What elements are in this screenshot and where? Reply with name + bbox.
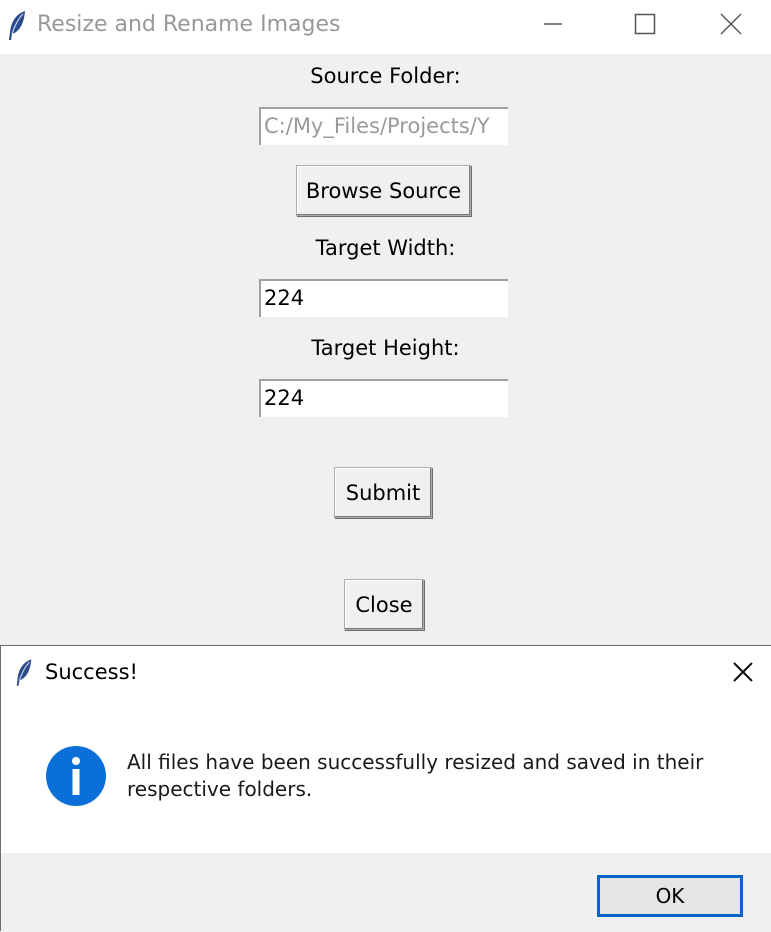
dialog-close-button[interactable] [721, 652, 765, 692]
close-icon [720, 13, 742, 35]
source-folder-field[interactable]: C:/My_Files/Projects/Y [259, 107, 508, 145]
source-folder-label: Source Folder: [310, 64, 461, 88]
maximize-icon [634, 13, 656, 35]
window-title: Resize and Rename Images [37, 12, 341, 37]
target-height-label: Target Height: [311, 336, 460, 360]
target-width-label: Target Width: [315, 236, 456, 260]
maximize-button[interactable] [599, 0, 691, 48]
ok-button[interactable]: OK [597, 875, 743, 917]
title-bar: Resize and Rename Images [0, 0, 771, 54]
target-height-field[interactable]: 224 [259, 379, 508, 417]
browse-source-button[interactable]: Browse Source [296, 165, 471, 216]
submit-button[interactable]: Submit [334, 467, 432, 518]
close-button[interactable]: Close [344, 579, 424, 630]
info-icon [46, 746, 106, 806]
close-window-button[interactable] [691, 0, 771, 48]
minimize-icon [544, 23, 562, 25]
close-icon [733, 662, 753, 682]
dialog-message: All files have been successfully resized… [127, 750, 704, 801]
target-width-field[interactable]: 224 [259, 279, 508, 317]
feather-icon [16, 659, 32, 686]
success-dialog: Success! All files have been successfull… [0, 645, 771, 932]
dialog-footer: OK [1, 853, 771, 932]
dialog-title: Success! [45, 660, 138, 684]
feather-icon [9, 11, 25, 40]
minimize-button[interactable] [507, 0, 599, 48]
